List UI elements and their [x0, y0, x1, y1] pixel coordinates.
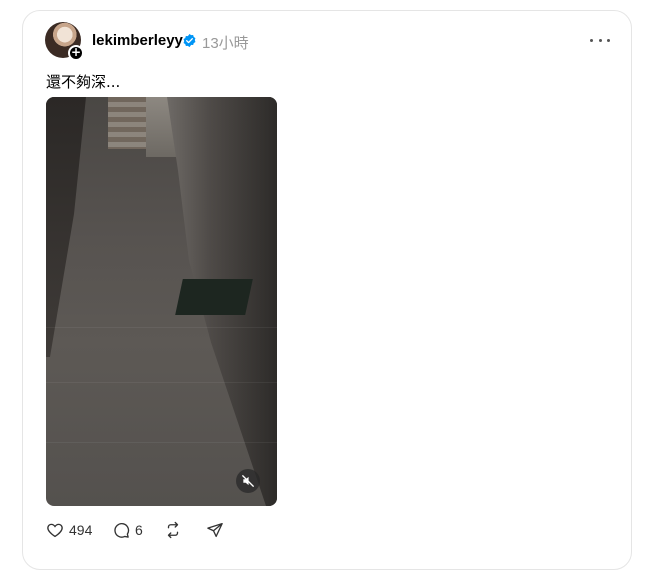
- heart-icon: [47, 523, 63, 538]
- author-avatar[interactable]: +: [45, 22, 84, 61]
- more-options-icon[interactable]: [590, 34, 610, 46]
- post-caption: 還不夠深...: [46, 73, 121, 91]
- post-timestamp[interactable]: 13小時: [202, 32, 249, 53]
- repost-button[interactable]: [164, 520, 182, 540]
- video-scene-left-wall: [46, 97, 86, 357]
- reply-count: 6: [135, 522, 143, 538]
- author-username[interactable]: lekimberleyy: [92, 32, 183, 49]
- like-button[interactable]: 494: [46, 520, 92, 540]
- repost-icon: [167, 521, 179, 539]
- share-button[interactable]: [206, 520, 224, 540]
- comment-icon: [114, 523, 130, 538]
- video-scene-doormat: [175, 279, 253, 315]
- like-count: 494: [69, 522, 93, 538]
- post-actions: 494 6: [46, 520, 346, 540]
- follow-plus-icon[interactable]: +: [68, 45, 84, 61]
- verified-badge-icon: [183, 33, 196, 48]
- floor-tile-line: [46, 442, 277, 443]
- floor-tile-line: [46, 327, 277, 328]
- mute-toggle-button[interactable]: [236, 469, 260, 493]
- post-video[interactable]: [46, 97, 277, 506]
- reply-button[interactable]: 6: [112, 520, 143, 540]
- floor-tile-line: [46, 382, 277, 383]
- share-icon: [207, 522, 223, 538]
- volume-muted-icon: [242, 475, 254, 487]
